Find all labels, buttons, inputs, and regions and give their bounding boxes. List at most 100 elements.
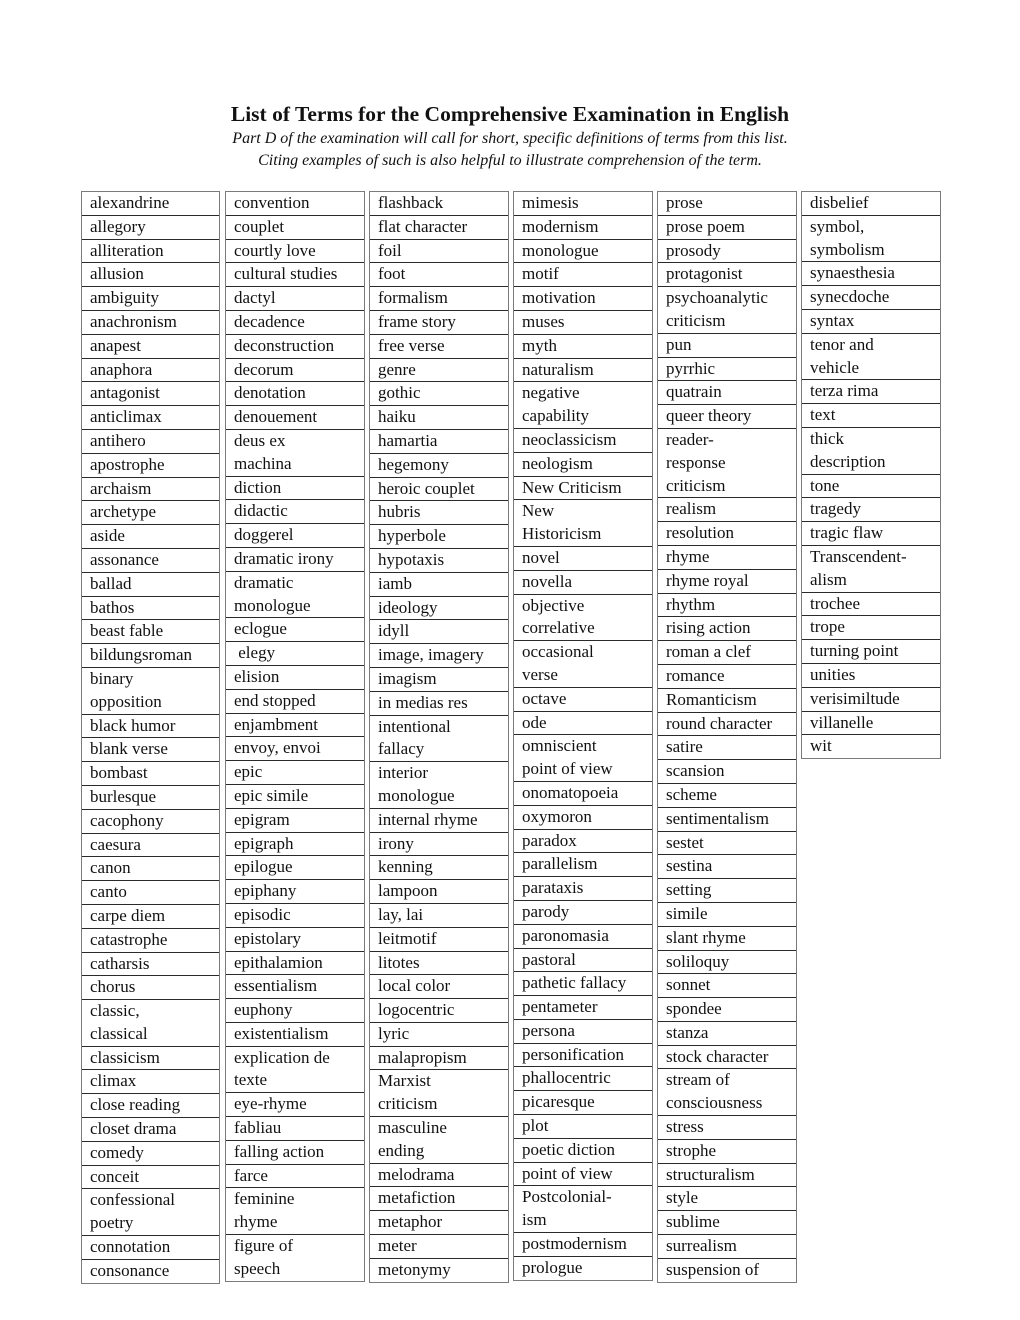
term-cell: pyrrhic [658, 358, 796, 382]
term-cell: turning point [802, 640, 940, 664]
term-cell: catharsis [82, 953, 219, 977]
term-cell: epistolary [226, 928, 364, 952]
term-cell: sentimentalism [658, 808, 796, 832]
term-cell: couplet [226, 216, 364, 240]
term-cell: hamartia [370, 430, 508, 454]
term-cell: rhyme [658, 546, 796, 570]
term-cell: strophe [658, 1140, 796, 1164]
term-cell: novel [514, 547, 652, 571]
term-cell: neoclassicism [514, 429, 652, 453]
term-cell: canon [82, 857, 219, 882]
term-cell: anapest [82, 335, 219, 359]
term-cell: parataxis [514, 877, 652, 901]
term-cell: eclogue [226, 618, 364, 643]
term-cell: canto [82, 881, 219, 905]
term-cell: denouement [226, 406, 364, 430]
term-cell: New Criticism [514, 477, 652, 501]
term-cell: paronomasia [514, 925, 652, 949]
term-cell: sublime [658, 1211, 796, 1236]
term-cell: comedy [82, 1142, 219, 1166]
term-cell: genre [370, 359, 508, 383]
terms-column-6: disbelief symbol, symbolism synaesthesia sy… [801, 191, 941, 760]
term-cell: wit [810, 736, 832, 756]
term-cell: apostrophe [82, 454, 219, 478]
term-cell: metaphor [370, 1211, 508, 1236]
term-cell: Marxist criticism [370, 1070, 508, 1118]
term-cell: elision [226, 666, 364, 690]
term-cell: alexandrine [82, 192, 219, 216]
term-cell: bombast [82, 762, 219, 786]
term-cell: farce [226, 1165, 364, 1189]
term-cell: antagonist [82, 382, 219, 407]
term-cell: metonymy [378, 1259, 451, 1279]
term-cell: archetype [82, 501, 219, 526]
term-cell: pathetic fallacy [514, 972, 652, 997]
term-cell: denotation [226, 382, 364, 407]
term-cell: tragic flaw [802, 522, 940, 546]
term-cell: lampoon [370, 880, 508, 904]
term-cell: prologue [522, 1257, 583, 1277]
term-cell: kenning [370, 856, 508, 881]
term-cell: iamb [370, 573, 508, 597]
term-cell: internal rhyme [370, 809, 508, 833]
term-cell: epigraph [226, 833, 364, 857]
term-cell: disbelief [802, 192, 940, 216]
term-cell: bathos [82, 597, 219, 621]
term-cell: enjambment [226, 714, 364, 738]
term-cell: local color [370, 975, 508, 1000]
term-cell: deus ex machina [226, 430, 364, 477]
terms-column-5: prose prose poem prosody protagonist psychoa… [657, 191, 797, 1283]
term-cell: aside [82, 525, 219, 549]
term-cell: ideology [370, 597, 508, 621]
term-cell: resolution [658, 522, 796, 546]
term-cell: image, imagery [370, 644, 508, 668]
term-cell: epilogue [226, 856, 364, 881]
term-cell: classic, classical [82, 1000, 219, 1047]
term-cell: carpe diem [82, 905, 219, 929]
term-cell: style [658, 1187, 796, 1212]
term-cell: naturalism [514, 359, 652, 383]
term-cell: closet drama [82, 1118, 219, 1142]
term-cell: round character [658, 713, 796, 737]
term-cell: oxymoron [514, 806, 652, 830]
term-cell: synecdoche [802, 286, 940, 310]
term-cell: dramatic monologue [226, 572, 364, 619]
term-cell: dactyl [226, 287, 364, 311]
term-cell: persona [514, 1020, 652, 1044]
term-cell: melodrama [370, 1164, 508, 1188]
term-cell: syntax [802, 310, 940, 334]
term-cell: cultural studies [226, 263, 364, 288]
term-cell: caesura [82, 834, 219, 858]
term-cell: logocentric [370, 999, 508, 1023]
term-cell: fabliau [226, 1117, 364, 1141]
term-cell: New Historicism [514, 500, 652, 547]
term-cell: ballad [82, 573, 219, 597]
term-cell: binary opposition [82, 668, 219, 715]
term-cell: decadence [226, 311, 364, 335]
term-cell: picaresque [514, 1091, 652, 1116]
term-cell: catastrophe [82, 929, 219, 953]
term-cell: pun [658, 334, 796, 358]
term-cell: convention [226, 192, 364, 216]
term-cell: dramatic irony [226, 548, 364, 572]
term-cell: lyric [370, 1023, 508, 1047]
term-cell: envoy, envoi [226, 737, 364, 762]
term-cell: epithalamion [226, 952, 364, 976]
term-cell: black humor [82, 715, 219, 739]
terms-column-3: flashback flat character foil foot formalism… [369, 191, 509, 1283]
term-cell: ambiguity [82, 287, 219, 311]
term-cell: poetic diction [514, 1139, 652, 1163]
term-cell: myth [514, 335, 652, 359]
term-cell: octave [514, 688, 652, 712]
term-cell: occasional verse [514, 641, 652, 688]
term-cell: ode [514, 712, 652, 736]
term-cell: stock character [658, 1046, 796, 1070]
term-cell: haiku [370, 406, 508, 430]
term-cell: sonnet [658, 974, 796, 999]
term-cell: omniscient point of view [514, 735, 652, 782]
terms-column-1: alexandrine allegory alliteration allusion a… [81, 191, 220, 1284]
term-cell: explication de texte [226, 1047, 364, 1094]
term-cell: connotation [82, 1236, 219, 1260]
term-cell: setting [658, 879, 796, 903]
term-cell: anticlimax [82, 406, 219, 430]
